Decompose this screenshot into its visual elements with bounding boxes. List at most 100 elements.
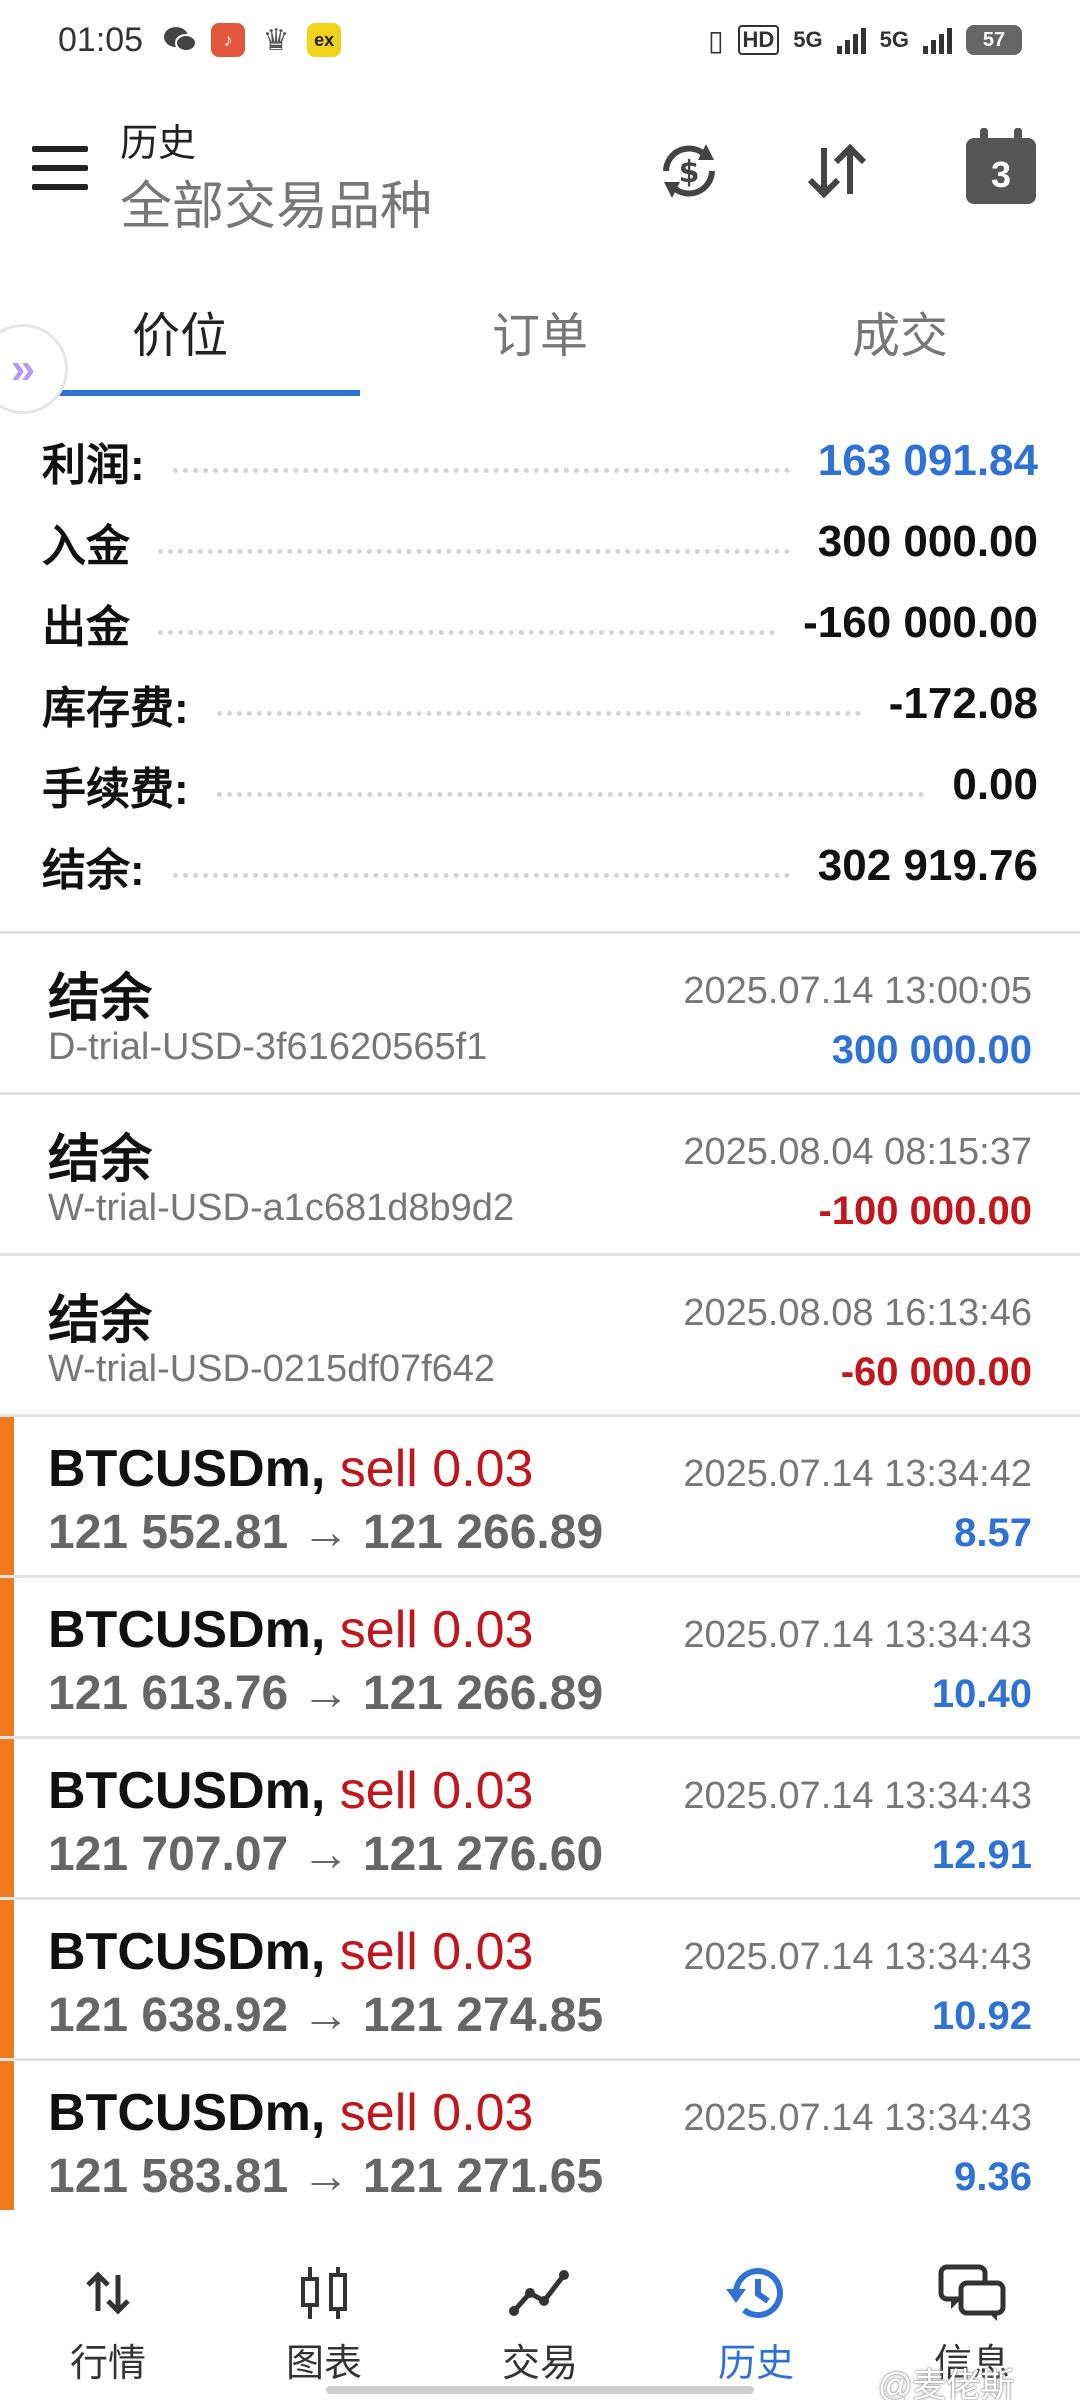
nav-label: 历史 xyxy=(717,2343,794,2385)
summary-row-deposit: 入金 300 000.00 xyxy=(0,501,1080,582)
trade-profit: 12.91 xyxy=(931,1833,1032,1877)
history-list: 结余 D-trial-USD-3f61620565f1 2025.07.14 1… xyxy=(0,934,1080,2222)
sort-arrows-icon xyxy=(807,143,867,199)
summary-row-balance: 结余: 302 919.76 xyxy=(0,825,1080,906)
messages-icon xyxy=(938,2264,1006,2321)
summary-row-swap: 库存费: -172.08 xyxy=(0,663,1080,744)
menu-icon[interactable] xyxy=(32,146,88,190)
trade-marker xyxy=(0,1900,14,2058)
history-tabs: 价位 订单 成交 xyxy=(0,270,1080,395)
summary-label: 库存费: xyxy=(42,683,189,733)
trade-marker xyxy=(0,1417,14,1575)
trade-line-icon xyxy=(509,2270,569,2316)
network-5g-label-2: 5G xyxy=(879,27,909,52)
summary-value: 302 919.76 xyxy=(817,840,1038,890)
crown-icon: ♛ xyxy=(262,23,290,57)
trade-row[interactable]: BTCUSDm, sell 0.03 121 707.07 → 121 276.… xyxy=(0,1739,1080,1900)
currency-sync-icon: $ xyxy=(663,144,715,198)
trade-time: 2025.07.14 13:34:42 xyxy=(683,1453,1032,1495)
summary-value: 300 000.00 xyxy=(817,516,1038,566)
trade-prices: 121 583.81 → 121 271.65 xyxy=(48,2150,604,2203)
trade-profit: 10.92 xyxy=(931,1994,1032,2038)
hd-badge: HD xyxy=(737,25,780,55)
trade-row[interactable]: BTCUSDm, sell 0.03 121 583.81 → 121 271.… xyxy=(0,2061,1080,2222)
trade-time: 2025.07.14 13:34:43 xyxy=(683,1775,1032,1817)
trade-row[interactable]: BTCUSDm, sell 0.03 121 638.92 → 121 274.… xyxy=(0,1900,1080,2061)
balance-row[interactable]: 结余 W-trial-USD-0215df07f642 2025.08.08 1… xyxy=(0,1256,1080,1417)
candlestick-chart-icon xyxy=(301,2267,347,2319)
trade-row[interactable]: BTCUSDm, sell 0.03 121 552.81 → 121 266.… xyxy=(0,1417,1080,1578)
app-notification-icon: ♪ xyxy=(211,23,246,57)
quotes-arrows-icon xyxy=(86,2271,130,2315)
trade-time: 2025.07.14 13:34:43 xyxy=(683,2097,1032,2139)
trade-profit: 10.40 xyxy=(931,1672,1032,1716)
summary-row-commission: 手续费: 0.00 xyxy=(0,744,1080,825)
summary-value: 0.00 xyxy=(952,759,1038,809)
status-bar: 01:05 ♪ ♛ ex ▯ HD 5G 5G 57 xyxy=(0,0,1080,80)
home-indicator[interactable] xyxy=(326,2386,754,2394)
sort-button[interactable] xyxy=(794,128,880,214)
summary-label: 结余: xyxy=(42,845,145,895)
trade-symbol: BTCUSDm, xyxy=(48,1440,326,1498)
trade-prices: 121 552.81 → 121 266.89 xyxy=(48,1506,604,1559)
trade-marker xyxy=(0,1739,14,1897)
balance-row[interactable]: 结余 W-trial-USD-a1c681d8b9d2 2025.08.04 0… xyxy=(0,1095,1080,1256)
nav-trade[interactable]: 交易 xyxy=(432,2210,648,2400)
network-5g-label-1: 5G xyxy=(793,27,823,52)
trade-prices: 121 613.76 → 121 266.89 xyxy=(48,1667,604,1720)
trade-symbol: BTCUSDm, xyxy=(48,1762,326,1820)
tab-deals[interactable]: 成交 xyxy=(720,270,1080,395)
balance-account: W-trial-USD-a1c681d8b9d2 xyxy=(48,1187,515,1229)
app-header: 历史 全部交易品种 $ 3 xyxy=(0,100,1080,240)
trade-side: sell 0.03 xyxy=(339,1440,534,1498)
trade-side: sell 0.03 xyxy=(339,1762,534,1820)
balance-title: 结余 xyxy=(48,1131,153,1189)
nav-chart[interactable]: 图表 xyxy=(216,2210,432,2400)
summary-label: 利润: xyxy=(42,440,145,490)
nav-label: 交易 xyxy=(501,2343,578,2385)
summary-label: 出金 xyxy=(42,602,130,652)
signal-strength-icon xyxy=(836,26,866,54)
currency-exchange-button[interactable]: $ xyxy=(646,128,732,214)
calendar-icon: 3 xyxy=(966,128,1036,204)
summary-value: -160 000.00 xyxy=(803,597,1038,647)
trade-row[interactable]: BTCUSDm, sell 0.03 121 613.76 → 121 266.… xyxy=(0,1578,1080,1739)
status-time: 01:05 xyxy=(58,20,144,59)
symbol-filter[interactable]: 全部交易品种 xyxy=(120,164,432,239)
balance-account: D-trial-USD-3f61620565f1 xyxy=(48,1026,488,1068)
history-clock-icon xyxy=(726,2268,783,2319)
page-title: 历史 xyxy=(120,123,197,165)
summary-label: 手续费: xyxy=(42,764,189,814)
balance-time: 2025.08.08 16:13:46 xyxy=(683,1292,1032,1334)
trade-profit: 9.36 xyxy=(954,2155,1032,2199)
balance-title: 结余 xyxy=(48,970,153,1028)
trade-symbol: BTCUSDm, xyxy=(48,1923,326,1981)
balance-time: 2025.07.14 13:00:05 xyxy=(683,970,1032,1012)
trade-side: sell 0.03 xyxy=(339,2084,534,2142)
exness-icon: ex xyxy=(307,23,342,57)
status-indicators: ▯ HD 5G 5G 57 xyxy=(708,24,1022,57)
wechat-icon xyxy=(163,23,198,57)
trade-marker xyxy=(0,1578,14,1736)
calendar-button[interactable]: 3 xyxy=(958,128,1044,214)
summary-row-profit: 利润: 163 091.84 xyxy=(0,420,1080,501)
tab-orders[interactable]: 订单 xyxy=(360,270,720,395)
balance-time: 2025.08.04 08:15:37 xyxy=(683,1131,1032,1173)
balance-row[interactable]: 结余 D-trial-USD-3f61620565f1 2025.07.14 1… xyxy=(0,934,1080,1095)
nav-quotes[interactable]: 行情 xyxy=(0,2210,216,2400)
trade-symbol: BTCUSDm, xyxy=(48,1601,326,1659)
trade-side: sell 0.03 xyxy=(339,1601,534,1659)
nav-history[interactable]: 历史 xyxy=(648,2210,864,2400)
trade-side: sell 0.03 xyxy=(339,1923,534,1981)
summary-value: 163 091.84 xyxy=(817,435,1038,485)
trade-prices: 121 707.07 → 121 276.60 xyxy=(48,1828,604,1881)
nav-label: 图表 xyxy=(285,2343,362,2385)
vibrate-icon: ▯ xyxy=(708,24,724,56)
watermark-text: @麦佬斯 xyxy=(878,2367,1015,2400)
summary-row-withdrawal: 出金 -160 000.00 xyxy=(0,582,1080,663)
summary-label: 入金 xyxy=(42,521,130,571)
trade-symbol: BTCUSDm, xyxy=(48,2084,326,2142)
trade-marker xyxy=(0,2061,14,2222)
balance-account: W-trial-USD-0215df07f642 xyxy=(48,1348,496,1390)
balance-title: 结余 xyxy=(48,1292,153,1350)
